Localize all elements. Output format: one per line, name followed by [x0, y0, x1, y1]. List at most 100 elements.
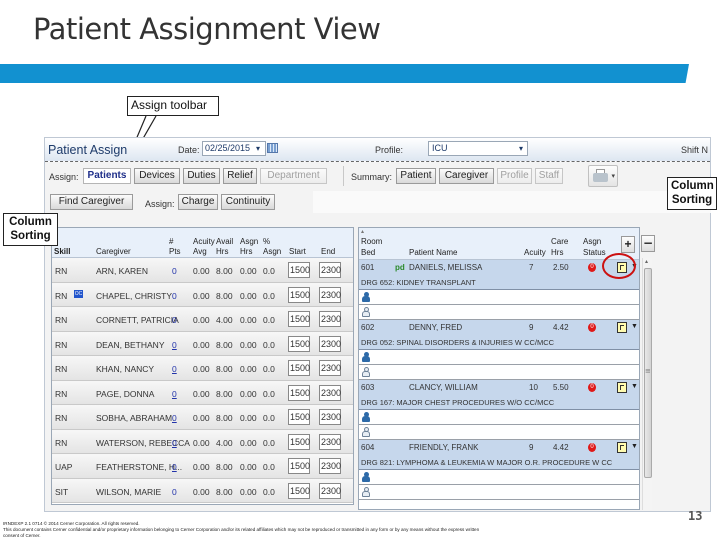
col-care-hrs[interactable]: Hrs — [551, 248, 563, 257]
find-caregiver-button[interactable]: Find Caregiver — [50, 194, 133, 210]
start-time-input[interactable]: 1500 — [288, 262, 310, 278]
primary-caregiver-slot[interactable] — [359, 410, 639, 425]
date-field[interactable]: 02/25/2015 ▾ — [202, 141, 266, 156]
end-time-input[interactable]: 2300 — [319, 360, 341, 376]
patient-count-link[interactable]: 0 — [172, 389, 177, 399]
col-acuity[interactable]: Avg — [193, 247, 207, 256]
caregiver-name-cell[interactable]: FEATHERSTONE, H... — [96, 462, 182, 472]
end-time-input[interactable]: 2300 — [319, 286, 341, 303]
col-pct-top[interactable]: % — [263, 237, 270, 246]
start-time-input[interactable]: 1500 — [288, 384, 310, 401]
patient-row[interactable]: 602 DENNY, FRED 9 4.42 0 ▼ — [359, 320, 639, 336]
col-acuity[interactable]: Acuity — [524, 248, 546, 257]
end-time-input[interactable]: 2300 — [319, 311, 341, 327]
primary-caregiver-slot[interactable] — [359, 350, 639, 365]
patient-name-cell[interactable]: DANIELS, MELISSA — [409, 263, 482, 272]
caregiver-name-cell[interactable]: KHAN, NANCY — [96, 364, 154, 374]
caregiver-row[interactable]: RN ARN, KAREN 0 0.00 8.00 0.00 0.0 1500 2300 — [52, 258, 353, 283]
col-room-top[interactable]: Room — [361, 237, 382, 246]
end-time-input[interactable]: 2300 — [319, 384, 341, 401]
patient-row[interactable]: 604 FRIENDLY, FRANK 9 4.42 0 ▼ — [359, 440, 639, 456]
tab-patients[interactable]: Patients — [83, 168, 131, 184]
end-time-input[interactable]: 2300 — [319, 433, 341, 450]
col-care-top[interactable]: Care — [551, 237, 568, 246]
start-time-input[interactable]: 1500 — [288, 409, 310, 425]
scroll-thumb[interactable] — [644, 268, 652, 478]
collapse-all-button[interactable]: − — [641, 235, 655, 252]
col-asgn-status[interactable]: Status — [583, 248, 606, 257]
caregiver-name-cell[interactable]: ARN, KAREN — [96, 266, 148, 276]
patient-count-link[interactable]: 0 — [172, 487, 177, 497]
tab-devices[interactable]: Devices — [134, 168, 180, 184]
caregiver-row[interactable]: RN KHAN, NANCY 0 0.00 8.00 0.00 0.0 1500 2300 — [52, 356, 353, 381]
expand-all-button[interactable]: + — [621, 236, 635, 253]
col-pct[interactable]: Asgn — [263, 247, 281, 256]
scroll-up-icon[interactable]: ▴ — [645, 258, 648, 265]
row-dropdown-icon[interactable]: ▼ — [631, 383, 638, 390]
col-pts[interactable]: Pts — [169, 247, 181, 256]
col-status-top[interactable]: Asgn — [583, 237, 601, 246]
secondary-caregiver-slot[interactable] — [359, 365, 639, 380]
col-asgn[interactable]: Hrs — [240, 247, 252, 256]
col-room[interactable]: Bed — [361, 248, 375, 257]
summary-caregiver-button[interactable]: Caregiver — [439, 168, 494, 184]
patient-count-link[interactable]: 0 — [172, 413, 177, 423]
assignment-note-icon[interactable] — [617, 382, 627, 393]
primary-caregiver-slot[interactable] — [359, 290, 639, 305]
summary-profile-button[interactable]: Profile — [497, 168, 532, 184]
tab-department[interactable]: Department — [260, 168, 327, 184]
profile-select[interactable]: ICU ▾ — [428, 141, 528, 156]
caregiver-row[interactable]: UAP FEATHERSTONE, H... 0 0.00 8.00 0.00 0.0 150… — [52, 454, 353, 479]
tab-relief[interactable]: Relief — [223, 168, 257, 184]
start-time-input[interactable]: 1500 — [288, 286, 310, 303]
continuity-button[interactable]: Continuity — [221, 194, 275, 210]
calendar-icon[interactable] — [267, 143, 278, 153]
charge-button[interactable]: Charge — [178, 194, 218, 210]
caregiver-name-cell[interactable]: PAGE, DONNA — [96, 389, 154, 399]
patient-count-link[interactable]: 0 — [172, 315, 177, 325]
patient-count-link[interactable]: 0 — [172, 340, 177, 350]
start-time-input[interactable]: 1500 — [288, 482, 310, 499]
print-dropdown-icon[interactable]: ▾ — [611, 172, 615, 180]
start-time-input[interactable]: 1500 — [288, 360, 310, 376]
patient-row[interactable]: 601 pd DANIELS, MELISSA 7 2.50 0 ▼ — [359, 260, 639, 276]
patient-name-cell[interactable]: CLANCY, WILLIAM — [409, 383, 478, 392]
assignment-note-icon[interactable] — [617, 442, 627, 453]
summary-staff-button[interactable]: Staff — [535, 168, 563, 184]
caregiver-name-cell[interactable]: CORNETT, PATRICIA — [96, 315, 179, 325]
row-dropdown-icon[interactable]: ▼ — [631, 323, 638, 330]
patient-name-cell[interactable]: DENNY, FRED — [409, 323, 462, 332]
end-time-input[interactable]: 2300 — [319, 482, 341, 499]
assignment-note-icon[interactable] — [617, 322, 627, 333]
patient-scrollbar[interactable]: ▴ — [642, 258, 652, 510]
patient-name-cell[interactable]: FRIENDLY, FRANK — [409, 443, 479, 452]
patient-count-link[interactable]: 0 — [172, 266, 177, 276]
secondary-caregiver-slot[interactable] — [359, 305, 639, 320]
start-time-input[interactable]: 1500 — [288, 311, 310, 327]
start-time-input[interactable]: 1500 — [288, 433, 310, 450]
caregiver-row[interactable]: RN DEAN, BETHANY 0 0.00 8.00 0.00 0.0 1500 2300 — [52, 331, 353, 356]
primary-caregiver-slot[interactable] — [359, 470, 639, 485]
caregiver-row[interactable]: SIT WILSON, MARIE 0 0.00 8.00 0.00 0.0 1500 2300 — [52, 478, 353, 503]
printer-icon[interactable]: ▾ — [588, 165, 618, 187]
end-time-input[interactable]: 2300 — [319, 409, 341, 425]
col-avail[interactable]: Hrs — [216, 247, 228, 256]
caregiver-row[interactable]: RN CORNETT, PATRICIA 0 0.00 4.00 0.00 0.0 1500 2… — [52, 307, 353, 332]
secondary-caregiver-slot[interactable] — [359, 485, 639, 500]
summary-patient-button[interactable]: Patient — [396, 168, 436, 184]
col-pts-top[interactable]: # — [169, 237, 173, 246]
caregiver-name-cell[interactable]: DEAN, BETHANY — [96, 340, 165, 350]
patient-row[interactable]: 603 CLANCY, WILLIAM 10 5.50 0 ▼ — [359, 380, 639, 396]
caregiver-row[interactable]: RN PAGE, DONNA 0 0.00 8.00 0.00 0.0 1500 2300 — [52, 380, 353, 405]
col-avail-top[interactable]: Avail — [216, 237, 233, 246]
col-caregiver[interactable]: Caregiver — [96, 247, 131, 256]
end-time-input[interactable]: 2300 — [319, 458, 341, 474]
col-asgn-top[interactable]: Asgn — [240, 237, 258, 246]
caregiver-row[interactable]: RN WATERSON, REBECCA 0 0.00 4.00 0.00 0.0 1500 2… — [52, 429, 353, 454]
col-acuity-top[interactable]: Acuity — [193, 237, 215, 246]
patient-count-link[interactable]: 0 — [172, 291, 177, 301]
col-skill[interactable]: Skill — [54, 247, 70, 256]
patient-count-link[interactable]: 0 — [172, 364, 177, 374]
caregiver-name-cell[interactable]: WILSON, MARIE — [96, 487, 161, 497]
col-patient-name[interactable]: Patient Name — [409, 248, 457, 257]
